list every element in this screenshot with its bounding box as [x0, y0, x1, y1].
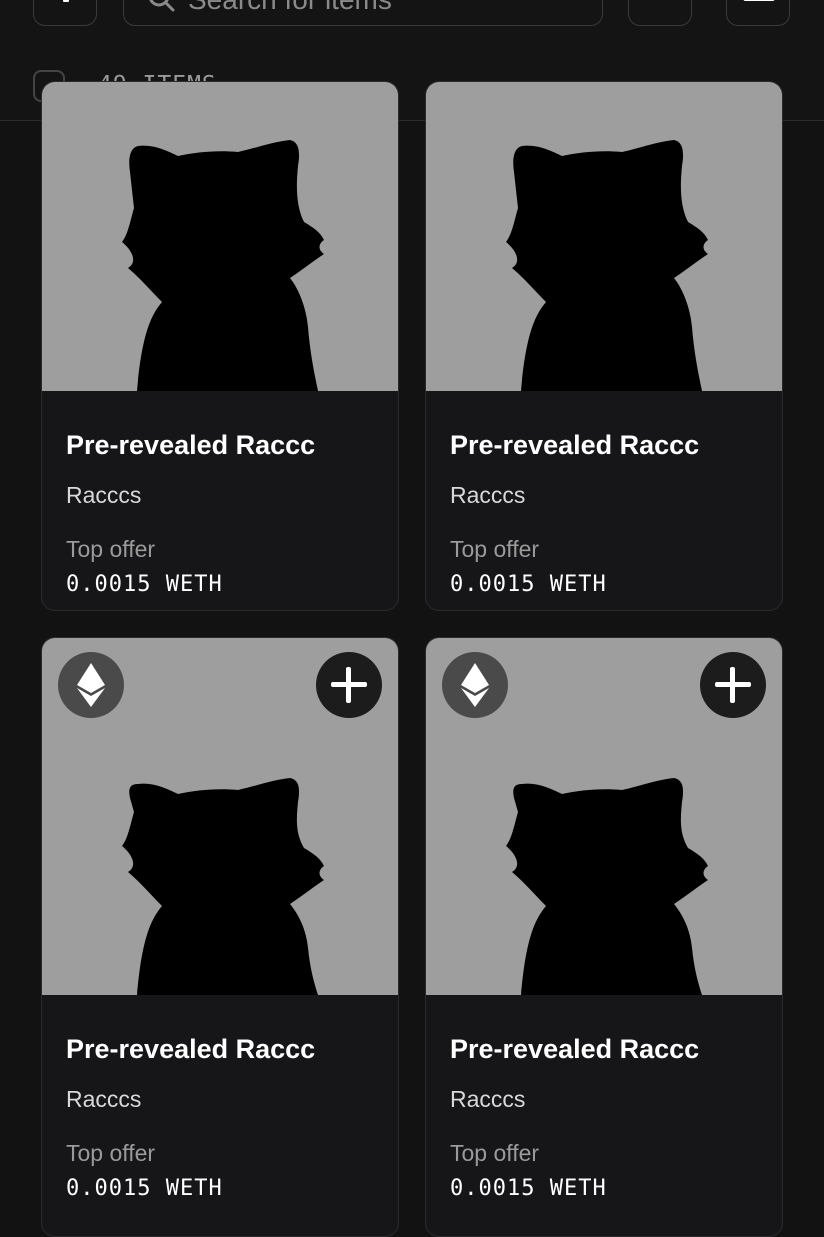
- collection-name: Racccs: [450, 482, 526, 508]
- item-name: Pre-revealed Raccc: [66, 1034, 316, 1064]
- nft-thumbnail: [426, 638, 782, 995]
- collection-name: Racccs: [66, 1086, 142, 1112]
- top-offer-label: Top offer: [66, 1140, 156, 1166]
- collection-name: Racccs: [66, 482, 142, 508]
- filter-button[interactable]: [33, 0, 97, 26]
- nft-card[interactable]: Pre-revealed Raccc Racccs Top offer 0.00…: [425, 637, 783, 1237]
- nft-thumbnail: [42, 82, 398, 391]
- nft-card[interactable]: Pre-revealed Raccc Racccs Top offer 0.00…: [425, 81, 783, 611]
- add-to-cart-button[interactable]: [700, 652, 766, 718]
- search-input[interactable]: [186, 0, 570, 15]
- filter-icon: [63, 0, 69, 2]
- top-offer-label: Top offer: [450, 1140, 540, 1166]
- search-icon: [149, 0, 175, 12]
- ethereum-badge: [442, 652, 508, 718]
- grid-view-button[interactable]: [726, 0, 790, 26]
- gear-icon: [643, 0, 679, 3]
- ethereum-icon: [77, 663, 105, 707]
- top-offer-label: Top offer: [66, 536, 156, 562]
- nft-card[interactable]: Pre-revealed Raccc Racccs Top offer 0.00…: [41, 81, 399, 611]
- grid-view-icon: [743, 0, 775, 1]
- collection-name: Racccs: [450, 1086, 526, 1112]
- item-name: Pre-revealed Raccc: [66, 430, 316, 460]
- ethereum-icon: [461, 663, 489, 707]
- nft-thumbnail: [42, 638, 398, 995]
- search-box[interactable]: [123, 0, 603, 26]
- ethereum-badge: [58, 652, 124, 718]
- top-offer-value: 0.0015 WETH: [450, 1176, 607, 1201]
- settings-button[interactable]: [628, 0, 692, 26]
- item-name: Pre-revealed Raccc: [450, 1034, 700, 1064]
- raccoon-silhouette: [506, 140, 708, 391]
- nft-card[interactable]: Pre-revealed Raccc Racccs Top offer 0.00…: [41, 637, 399, 1237]
- nft-thumbnail: [426, 82, 782, 391]
- top-offer-value: 0.0015 WETH: [450, 572, 607, 597]
- raccoon-silhouette: [122, 140, 324, 391]
- top-offer-label: Top offer: [450, 536, 540, 562]
- top-offer-value: 0.0015 WETH: [66, 1176, 223, 1201]
- item-name: Pre-revealed Raccc: [450, 430, 700, 460]
- top-offer-value: 0.0015 WETH: [66, 572, 223, 597]
- add-to-cart-button[interactable]: [316, 652, 382, 718]
